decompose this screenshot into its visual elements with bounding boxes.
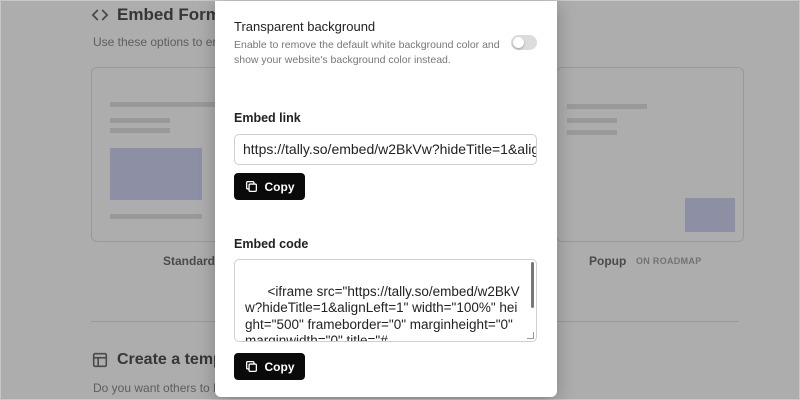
copy-icon — [245, 360, 257, 373]
copy-embed-link-button[interactable]: Copy — [234, 173, 305, 200]
copy-label: Copy — [264, 179, 295, 194]
textarea-resize-handle[interactable] — [527, 332, 534, 339]
embed-code-textarea[interactable]: <iframe src="https://tally.so/embed/w2Bk… — [234, 259, 537, 342]
window-frame: Embed Form Use these options to er Stand… — [0, 0, 800, 400]
transparent-background-description: Enable to remove the default white backg… — [234, 39, 500, 66]
embed-settings-modal: Transparent background Enable to remove … — [215, 1, 557, 397]
copy-embed-code-button[interactable]: Copy — [234, 353, 305, 380]
copy-icon — [245, 180, 257, 193]
embed-link-field[interactable]: https://tally.so/embed/w2BkVw?hideTitle=… — [234, 134, 537, 165]
textarea-scrollbar[interactable] — [531, 262, 534, 308]
embed-link-label: Embed link — [234, 111, 301, 125]
embed-code-label: Embed code — [234, 237, 309, 251]
transparent-background-title: Transparent background — [234, 19, 376, 34]
toggle-knob — [513, 37, 524, 48]
transparent-background-toggle[interactable] — [511, 35, 537, 50]
copy-label: Copy — [264, 359, 295, 374]
embed-code-text: <iframe src="https://tally.so/embed/w2Bk… — [245, 283, 520, 342]
